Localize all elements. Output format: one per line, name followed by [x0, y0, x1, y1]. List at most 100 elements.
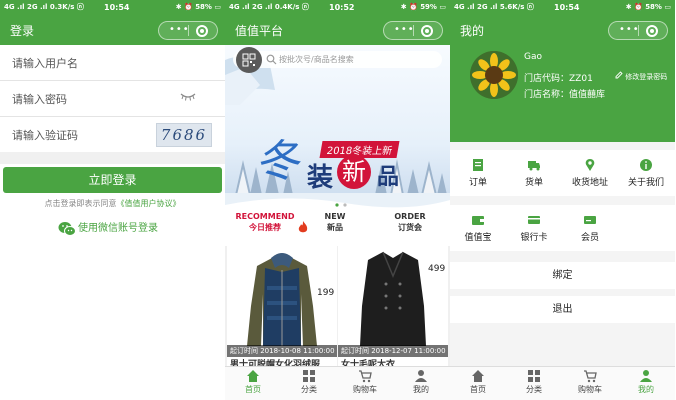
user-name: Gao: [524, 52, 542, 62]
tab-cart[interactable]: 购物车: [562, 369, 618, 395]
page-title: 登录: [10, 24, 35, 38]
status-bar: 4G .ıl 2G .ıl 0.4K/s ⓝ 10:52 ✱ ⏰ 59% ▭: [225, 0, 450, 15]
order-icon: [473, 159, 483, 171]
product-order-time: 起订时间 2018-12-07 11:00:00: [338, 345, 448, 357]
username-row: [0, 45, 225, 81]
grid-item-address[interactable]: 收货地址: [562, 158, 618, 188]
tab-me[interactable]: 我的: [618, 369, 674, 395]
home-screen: 4G .ıl 2G .ıl 0.4K/s ⓝ 10:52 ✱ ⏰ 59% ▭ 值…: [225, 0, 450, 400]
status-battery: ✱ ⏰ 58% ▭: [625, 3, 671, 11]
qr-scan-icon[interactable]: [236, 47, 262, 73]
page-title: 值值平台: [235, 24, 284, 38]
category-order-en: ORDER: [394, 212, 426, 221]
product-price: 499: [428, 264, 446, 274]
tab-bar: 首页 分类 购物车 我的: [450, 366, 675, 400]
store-name-value: 值值囍库: [569, 90, 606, 100]
status-battery: ✱ ⏰ 58% ▭: [175, 3, 221, 11]
nav-bar: 登录 •••: [0, 15, 225, 45]
agreement-link[interactable]: 《值值用户协议》: [117, 199, 181, 208]
tab-me-label: 我的: [638, 385, 654, 394]
product-grid: 199 起订时间 2018-10-08 11:00:00 男士可脱帽女化羽绒服 …: [225, 246, 450, 366]
tab-category[interactable]: 分类: [506, 369, 562, 395]
grid-item-shipments[interactable]: 货单: [506, 158, 562, 188]
store-name-label: 门店名称：: [524, 90, 570, 100]
search-input[interactable]: [279, 53, 429, 66]
banner-char-1: 冬: [255, 136, 299, 187]
search-bar[interactable]: [233, 47, 442, 73]
status-time: 10:54: [554, 3, 580, 12]
banner-char-4: 品: [377, 164, 400, 190]
password-input[interactable]: [12, 90, 152, 108]
order-grid: 订单 货单 收货地址 关于我们: [450, 150, 675, 196]
avatar[interactable]: [470, 51, 518, 99]
edit-password-link[interactable]: 修改登录密码: [615, 71, 667, 82]
info-icon: [640, 159, 652, 171]
category-new-en: NEW: [324, 212, 346, 221]
category-order[interactable]: ORDER 订货会: [390, 212, 430, 233]
grid-item-bankcard[interactable]: 银行卡: [506, 213, 562, 243]
agreement-prefix: 点击登录即表示同意: [44, 199, 117, 208]
tab-home[interactable]: 首页: [450, 369, 506, 395]
product-card[interactable]: 199 起订时间 2018-10-08 11:00:00 男士可脱帽女化羽绒服: [227, 246, 337, 366]
tab-me[interactable]: 我的: [393, 369, 449, 395]
capsule-divider: [413, 25, 414, 36]
store-code-label: 门店代码：: [524, 74, 570, 84]
more-icon[interactable]: •••: [394, 25, 415, 35]
tab-category[interactable]: 分类: [281, 369, 337, 395]
miniapp-capsule[interactable]: •••: [383, 21, 443, 40]
status-bar: 4G .ıl 2G .ıl 0.3K/s ⓝ 10:54 ✱ ⏰ 58% ▭: [0, 0, 225, 15]
grid-item-orders-label: 订单: [468, 178, 487, 188]
store-code: 门店代码：ZZ01: [524, 71, 593, 84]
status-signal: 4G .ıl 2G .ıl 0.3K/s ⓝ: [4, 3, 84, 11]
agreement-text: 点击登录即表示同意《值值用户协议》: [0, 198, 225, 209]
grid-item-member[interactable]: 会员: [562, 213, 618, 243]
status-time: 10:52: [329, 3, 355, 12]
cart-icon: [584, 370, 597, 383]
more-icon[interactable]: •••: [169, 25, 190, 35]
sunflower-avatar-image: [470, 51, 518, 99]
category-new[interactable]: NEW 新品: [315, 212, 355, 233]
flame-icon: [298, 221, 308, 233]
product-card[interactable]: 499 起订时间 2018-12-07 11:00:00 女士毛呢大衣: [338, 246, 448, 366]
grid-item-bankcard-label: 银行卡: [520, 233, 548, 243]
search-icon: [266, 54, 277, 65]
grid-item-wallet[interactable]: 值值宝: [450, 213, 506, 243]
home-icon: [472, 370, 484, 382]
username-input[interactable]: [12, 54, 152, 72]
home-icon: [247, 370, 259, 382]
login-button[interactable]: 立即登录: [3, 167, 222, 193]
miniapp-capsule[interactable]: •••: [158, 21, 218, 40]
more-icon[interactable]: •••: [619, 25, 640, 35]
bank-card-icon: [528, 216, 540, 224]
captcha-row: 7686: [0, 117, 225, 153]
product-name: 男士可脱帽女化羽绒服: [230, 360, 321, 366]
capsule-divider: [638, 25, 639, 36]
tab-cart[interactable]: 购物车: [337, 369, 393, 395]
eye-closed-icon[interactable]: [180, 91, 196, 103]
nav-bar: 我的 •••: [450, 15, 675, 45]
me-screen: 4G .ıl 2G .ıl 5.6K/s ⓝ 10:54 ✱ ⏰ 58% ▭ 我…: [450, 0, 675, 400]
tab-bar: 首页 分类 购物车 我的: [225, 366, 450, 400]
grid-item-about[interactable]: 关于我们: [618, 158, 674, 188]
close-icon[interactable]: [421, 25, 433, 37]
product-name: 女士毛呢大衣: [341, 360, 396, 366]
user-icon: [415, 370, 427, 382]
location-icon: [585, 159, 595, 171]
category-order-cn: 订货会: [398, 223, 422, 232]
grid-icon: [528, 370, 540, 382]
tab-cart-label: 购物车: [578, 385, 602, 394]
section-gap: [0, 152, 225, 164]
logout-button[interactable]: 退出: [450, 296, 675, 323]
nav-bar: 值值平台 •••: [225, 15, 450, 45]
close-icon[interactable]: [646, 25, 658, 37]
captcha-image[interactable]: 7686: [156, 123, 212, 147]
close-icon[interactable]: [196, 25, 208, 37]
truck-icon: [528, 161, 540, 171]
captcha-input[interactable]: [12, 126, 152, 144]
category-recommend[interactable]: RECOMMEND 今日推荐: [235, 212, 308, 233]
bind-button[interactable]: 绑定: [450, 262, 675, 289]
miniapp-capsule[interactable]: •••: [608, 21, 668, 40]
category-recommend-cn: 今日推荐: [249, 223, 281, 232]
tab-home[interactable]: 首页: [225, 369, 281, 395]
grid-item-orders[interactable]: 订单: [450, 158, 506, 188]
